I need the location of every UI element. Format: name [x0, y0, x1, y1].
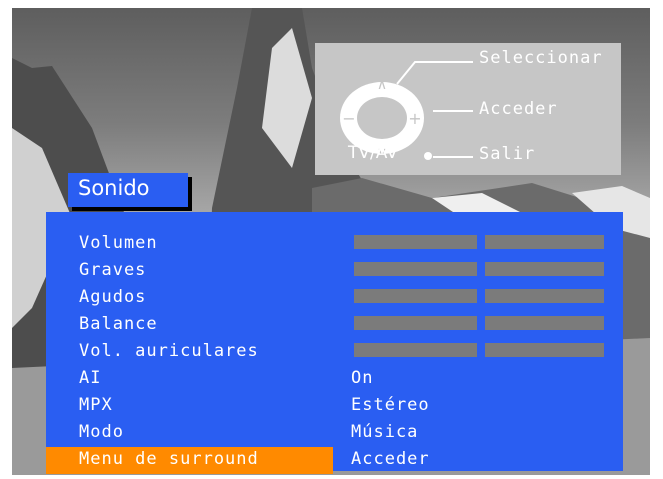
select-connector: [396, 61, 473, 85]
level-bar[interactable]: [354, 343, 477, 357]
select-hint: Seleccionar: [479, 48, 603, 68]
menu-item-label: MPX: [79, 395, 113, 415]
menu-item-value: On: [351, 368, 374, 388]
menu-item-label: AI: [79, 368, 102, 388]
level-bar[interactable]: [485, 289, 604, 303]
enter-connector: [433, 110, 473, 112]
sound-menu-panel: Volumen Graves Agudos Balance Vol. auric…: [46, 212, 623, 474]
menu-item-label: Balance: [79, 314, 158, 334]
menu-item-label: Modo: [79, 422, 124, 442]
menu-item-label: Vol. auriculares: [79, 341, 259, 361]
tvav-button-label: TV/AV: [348, 143, 398, 163]
level-bar[interactable]: [485, 262, 604, 276]
menu-item-vol-auriculares[interactable]: Vol. auriculares: [46, 339, 623, 366]
menu-item-volumen[interactable]: Volumen: [46, 231, 623, 258]
menu-item-modo[interactable]: Modo Música: [46, 420, 623, 447]
exit-connector: [433, 156, 473, 158]
level-bar[interactable]: [485, 316, 604, 330]
menu-item-graves[interactable]: Graves: [46, 258, 623, 285]
menu-item-label: Graves: [79, 260, 147, 280]
level-bar[interactable]: [354, 316, 477, 330]
menu-item-mpx[interactable]: MPX Estéreo: [46, 393, 623, 420]
svg-text:+: +: [408, 109, 421, 128]
menu-item-value: Estéreo: [351, 395, 430, 415]
menu-item-agudos[interactable]: Agudos: [46, 285, 623, 312]
menu-item-balance[interactable]: Balance: [46, 312, 623, 339]
level-bar[interactable]: [485, 343, 604, 357]
exit-hint: Salir: [479, 144, 536, 164]
svg-text:−: −: [342, 109, 355, 128]
menu-item-label: Menu de surround: [79, 449, 259, 469]
menu-item-ai[interactable]: AI On: [46, 366, 623, 393]
level-bar[interactable]: [354, 289, 477, 303]
level-bar[interactable]: [485, 235, 604, 249]
menu-item-value: Acceder: [351, 449, 430, 469]
menu-item-menu-de-surround[interactable]: Menu de surround Acceder: [46, 447, 623, 474]
svg-text:∧: ∧: [377, 77, 387, 93]
menu-item-value: Música: [351, 422, 419, 442]
level-bar[interactable]: [354, 262, 477, 276]
menu-item-label: Agudos: [79, 287, 147, 307]
menu-title: Sonido: [78, 176, 150, 200]
tv-screen: ∧ ∨ − + TV/AV Seleccionar Acceder Salir …: [12, 8, 650, 475]
menu-item-label: Volumen: [79, 233, 158, 253]
enter-hint: Acceder: [479, 99, 558, 119]
selection-highlight: Menu de surround: [46, 447, 333, 474]
remote-legend: ∧ ∨ − + TV/AV Seleccionar Acceder Salir: [315, 43, 621, 175]
level-bar[interactable]: [354, 235, 477, 249]
menu-title-box: Sonido: [68, 173, 188, 207]
